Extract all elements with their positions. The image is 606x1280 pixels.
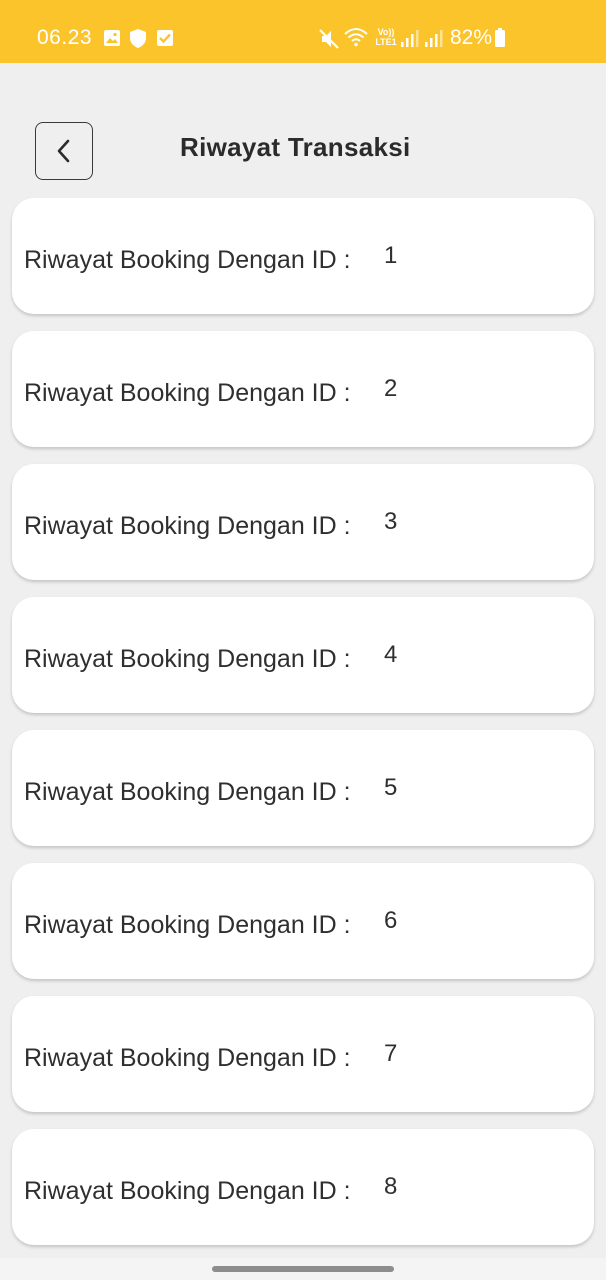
signal-icon (425, 30, 443, 47)
booking-id: 8 (384, 1173, 398, 1200)
status-bar: 06.23 Vo)) LTE1 82% (0, 0, 606, 63)
booking-card-2[interactable]: Riwayat Booking Dengan ID : 2 (12, 331, 594, 447)
page-title: Riwayat Transaksi (180, 132, 411, 162)
booking-id: 4 (384, 641, 398, 668)
battery-icon (495, 28, 505, 47)
booking-label: Riwayat Booking Dengan ID : (24, 911, 351, 939)
booking-id: 7 (384, 1040, 398, 1067)
booking-card-7[interactable]: Riwayat Booking Dengan ID : 7 (12, 996, 594, 1112)
chevron-left-icon (57, 139, 70, 163)
booking-card-3[interactable]: Riwayat Booking Dengan ID : 3 (12, 464, 594, 580)
booking-id: 5 (384, 774, 398, 801)
status-time: 06.23 (37, 26, 93, 49)
battery-percentage: 82% (450, 26, 493, 49)
checkbox-icon (157, 30, 173, 46)
booking-card-5[interactable]: Riwayat Booking Dengan ID : 5 (12, 730, 594, 846)
mute-icon (319, 29, 339, 49)
booking-label: Riwayat Booking Dengan ID : (24, 1177, 351, 1205)
gallery-icon (104, 30, 120, 46)
home-gesture-handle[interactable] (212, 1266, 394, 1272)
booking-label: Riwayat Booking Dengan ID : (24, 379, 351, 407)
booking-card-4[interactable]: Riwayat Booking Dengan ID : 4 (12, 597, 594, 713)
booking-id: 1 (384, 242, 398, 269)
wifi-icon (344, 28, 368, 47)
back-button[interactable] (35, 122, 93, 180)
navigation-bar (0, 1258, 606, 1280)
booking-label: Riwayat Booking Dengan ID : (24, 778, 351, 806)
booking-label: Riwayat Booking Dengan ID : (24, 246, 351, 274)
booking-card-8[interactable]: Riwayat Booking Dengan ID : 8 (12, 1129, 594, 1245)
volte-icon: Vo)) LTE1 (375, 27, 397, 47)
booking-label: Riwayat Booking Dengan ID : (24, 1044, 351, 1072)
booking-label: Riwayat Booking Dengan ID : (24, 645, 351, 673)
booking-id: 6 (384, 907, 398, 934)
booking-card-1[interactable]: Riwayat Booking Dengan ID : 1 (12, 198, 594, 314)
booking-id: 2 (384, 375, 398, 402)
signal-icon (401, 30, 419, 47)
booking-id: 3 (384, 508, 398, 535)
booking-card-6[interactable]: Riwayat Booking Dengan ID : 6 (12, 863, 594, 979)
booking-label: Riwayat Booking Dengan ID : (24, 512, 351, 540)
shield-icon (130, 29, 146, 48)
